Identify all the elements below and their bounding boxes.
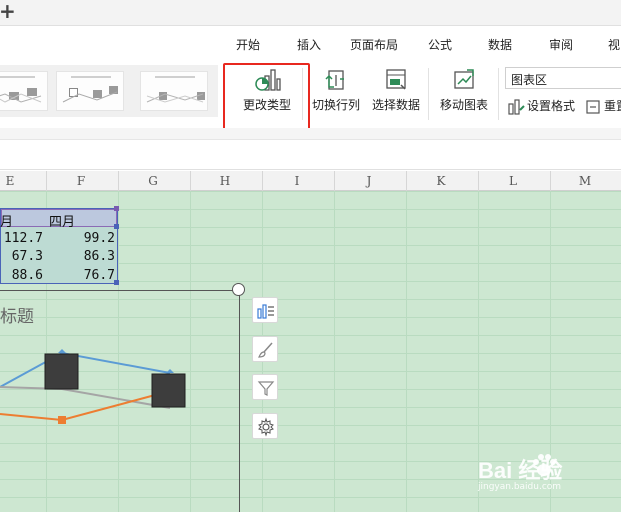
selection-handle[interactable] (114, 280, 119, 285)
formula-input-bar[interactable] (0, 140, 621, 170)
move-chart-button[interactable]: 移动图表 (438, 67, 490, 113)
chart-style-thumb[interactable] (140, 71, 208, 111)
tab-data[interactable]: 数据 (488, 36, 512, 53)
chart-elements-icon (257, 304, 274, 319)
column-header-m[interactable]: M (575, 174, 595, 188)
column-header-f[interactable]: F (71, 174, 91, 188)
tab-insert[interactable]: 插入 (297, 36, 321, 53)
column-header-l[interactable]: L (503, 174, 523, 188)
cell-e4[interactable]: 88.6 (1, 268, 43, 283)
cell-f4[interactable]: 76.7 (51, 268, 115, 283)
chart-elements-button[interactable] (252, 297, 278, 323)
column-header-j[interactable]: J (359, 174, 379, 188)
chart-settings-button[interactable] (252, 413, 278, 439)
data-header-row: 月 四月 (0, 209, 117, 230)
chart-plot-area (0, 349, 186, 424)
column-header-k[interactable]: K (431, 174, 451, 188)
chart-filter-button[interactable] (252, 374, 278, 400)
menu-bar: 开始 插入 页面布局 公式 数据 审阅 视 (0, 26, 621, 62)
series-orange-line (0, 390, 171, 422)
move-chart-label: 移动图表 (439, 98, 488, 112)
ribbon-bottom-strip (0, 128, 621, 140)
tab-formula[interactable]: 公式 (428, 36, 452, 53)
select-data-button[interactable]: 选择数据 (370, 67, 422, 113)
chart-style-thumb[interactable] (56, 71, 124, 111)
cell-f2[interactable]: 99.2 (51, 231, 115, 246)
chart-style-thumb[interactable] (0, 71, 48, 111)
set-format-icon (508, 99, 525, 115)
chart-tools-ribbon: 更改类型 切换行列 选择数据 移动图表 图表区 设置格式 重 (0, 60, 621, 128)
reset-style-button[interactable]: 重置 (604, 97, 621, 114)
select-data-label: 选择数据 (371, 98, 420, 112)
chart-style-button[interactable] (252, 336, 278, 362)
data-range-selection[interactable]: 月 四月 112.7 99.2 67.3 86.3 88.6 76.7 (0, 206, 119, 285)
tab-start[interactable]: 开始 (236, 36, 260, 53)
column-headers: E F G H I J K L M (0, 171, 621, 191)
series-orange-marker (58, 416, 66, 424)
column-header-g[interactable]: G (143, 174, 163, 188)
switch-row-column-label: 切换行列 (311, 98, 360, 112)
cell-e2[interactable]: 112.7 (1, 231, 43, 246)
baidu-watermark: Bai 经验 jingyan.baidu.com (478, 446, 621, 498)
spreadsheet-window: + 开始 插入 页面布局 公式 数据 审阅 视 更改类型 切换行列 选择数据 移… (0, 0, 621, 512)
column-header-e[interactable]: E (0, 174, 20, 188)
chart-style-icon (258, 342, 273, 358)
tab-page-layout[interactable]: 页面布局 (350, 36, 398, 53)
chart-style-gallery (0, 65, 218, 117)
selection-handle[interactable] (114, 206, 119, 211)
chart-settings-icon (258, 417, 274, 437)
line-chart-object[interactable]: 标题 (0, 290, 240, 512)
set-format-button[interactable]: 设置格式 (527, 97, 575, 114)
select-data-icon (386, 69, 406, 90)
cell-f3[interactable]: 86.3 (51, 249, 115, 264)
new-tab-plus-icon[interactable]: + (0, 0, 16, 22)
switch-row-column-icon (325, 70, 344, 90)
cell-e3[interactable]: 67.3 (1, 249, 43, 264)
switch-row-column-button[interactable]: 切换行列 (310, 67, 362, 113)
series-marker-selected (44, 353, 79, 390)
selection-handle[interactable] (114, 224, 119, 229)
baidu-paw-icon (533, 454, 556, 476)
tab-view[interactable]: 视 (608, 36, 620, 53)
series-blue-line (0, 351, 171, 388)
tab-review[interactable]: 审阅 (549, 36, 573, 53)
watermark-url: jingyan.baidu.com (478, 482, 562, 492)
series-marker-selected (151, 373, 186, 408)
chart-element-select-value: 图表区 (511, 73, 548, 87)
reset-style-icon (586, 100, 600, 114)
tab-strip: + (0, 0, 621, 26)
column-header-i[interactable]: I (287, 174, 307, 188)
column-header-h[interactable]: H (215, 174, 235, 188)
chart-element-select[interactable]: 图表区 (505, 67, 621, 89)
chart-filter-icon (257, 381, 275, 396)
move-chart-icon (454, 69, 474, 89)
chart-resize-handle[interactable] (232, 283, 245, 296)
